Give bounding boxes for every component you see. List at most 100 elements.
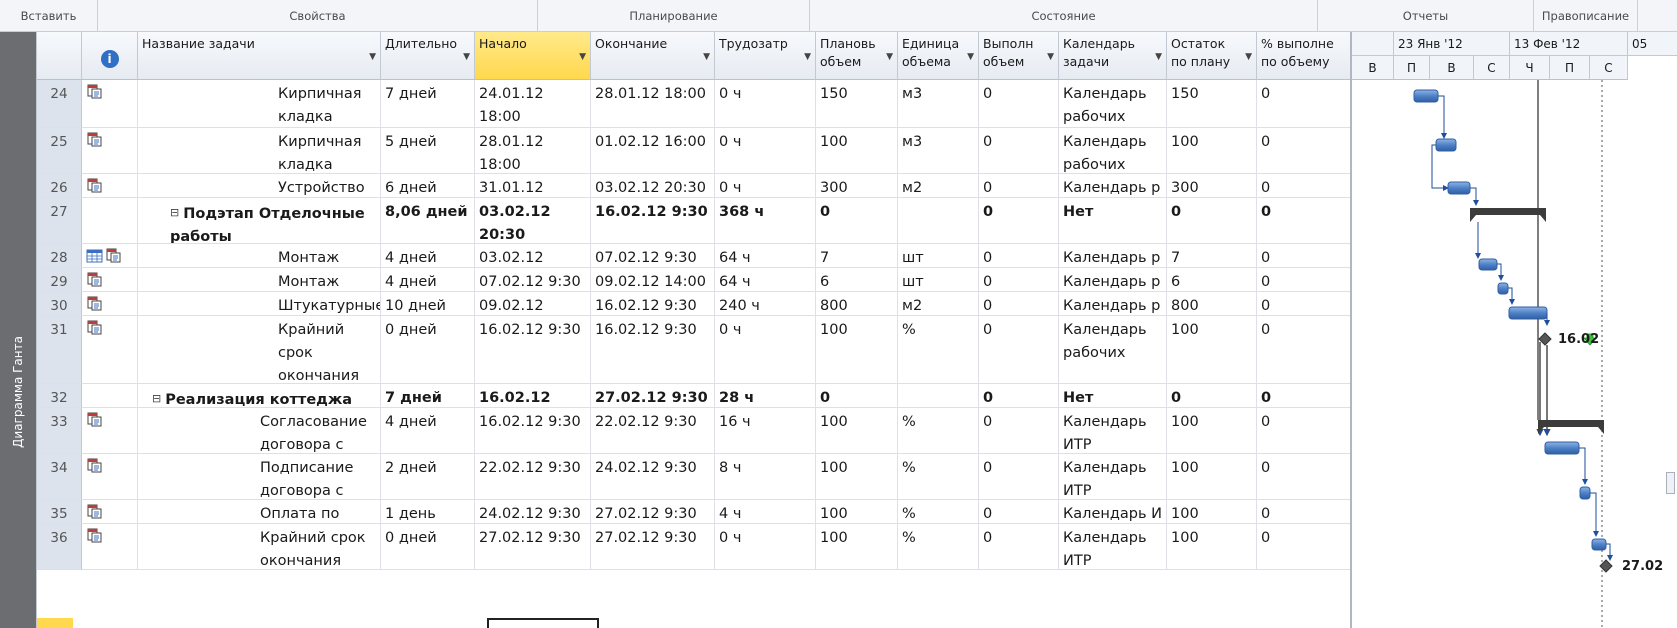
planned-volume-cell[interactable]: 150	[816, 80, 898, 128]
work-cell[interactable]: 0 ч	[715, 524, 816, 570]
calendar-cell[interactable]: Календарь ИТР	[1059, 524, 1167, 570]
gantt-bar[interactable]	[1413, 89, 1439, 103]
row-id-cell[interactable]: 27	[37, 198, 82, 244]
unit-cell[interactable]: %	[898, 316, 979, 384]
table-row[interactable]: 34 Подписание договора с клиентом 2 дней22…	[37, 454, 1350, 500]
row-id-cell[interactable]: 30	[37, 292, 82, 316]
calendar-cell[interactable]: Календарь р	[1059, 244, 1167, 268]
header-remaining[interactable]: Остаток по плану ▼	[1167, 32, 1257, 80]
finish-cell[interactable]: 27.02.12 9:30	[591, 524, 715, 570]
unit-cell[interactable]	[898, 384, 979, 408]
chevron-down-icon[interactable]: ▼	[579, 48, 586, 66]
remaining-cell[interactable]: 150	[1167, 80, 1257, 128]
row-id-cell[interactable]: 24	[37, 80, 82, 128]
done-volume-cell[interactable]: 0	[979, 384, 1059, 408]
done-volume-cell[interactable]: 0	[979, 292, 1059, 316]
calendar-cell[interactable]: Календарь ИТР	[1059, 454, 1167, 500]
row-id-cell[interactable]: 28	[37, 244, 82, 268]
task-name-cell[interactable]: ⊟ Подэтап Отделочные работы	[138, 198, 381, 244]
work-cell[interactable]: 0 ч	[715, 316, 816, 384]
remaining-cell[interactable]: 0	[1167, 198, 1257, 244]
unit-cell[interactable]: шт	[898, 244, 979, 268]
finish-cell[interactable]: 03.02.12 20:30	[591, 174, 715, 198]
unit-cell[interactable]: %	[898, 524, 979, 570]
header-duration[interactable]: Длительно ▼	[381, 32, 475, 80]
done-volume-cell[interactable]: 0	[979, 198, 1059, 244]
done-volume-cell[interactable]: 0	[979, 244, 1059, 268]
gantt-summary-bar[interactable]	[1538, 420, 1604, 427]
row-id-cell[interactable]: 36	[37, 524, 82, 570]
gantt-bar[interactable]	[1544, 441, 1580, 455]
planned-volume-cell[interactable]: 100	[816, 454, 898, 500]
planned-volume-cell[interactable]: 100	[816, 316, 898, 384]
done-volume-cell[interactable]: 0	[979, 500, 1059, 524]
row-id-cell[interactable]: 32	[37, 384, 82, 408]
task-name-cell[interactable]: Монтаж дверей	[138, 268, 381, 292]
task-name-cell[interactable]: Крайний срок окончания реализации	[138, 524, 381, 570]
gantt-bar[interactable]	[1579, 486, 1591, 500]
gantt-bar[interactable]	[1478, 258, 1498, 271]
finish-cell[interactable]: 24.02.12 9:30	[591, 454, 715, 500]
task-name-cell[interactable]: Штукатурные работы	[138, 292, 381, 316]
table-row[interactable]: 33 Согласование договора с клиентом 4 дней…	[37, 408, 1350, 454]
percent-done-cell[interactable]: 0	[1257, 80, 1350, 128]
remaining-cell[interactable]: 6	[1167, 268, 1257, 292]
percent-done-cell[interactable]: 0	[1257, 524, 1350, 570]
active-cell-editor[interactable]	[487, 618, 599, 628]
planned-volume-cell[interactable]: 100	[816, 128, 898, 174]
done-volume-cell[interactable]: 0	[979, 408, 1059, 454]
remaining-cell[interactable]: 100	[1167, 454, 1257, 500]
start-cell[interactable]: 31.01.12 14:00	[475, 174, 591, 198]
work-cell[interactable]: 16 ч	[715, 408, 816, 454]
duration-cell[interactable]: 2 дней	[381, 454, 475, 500]
planned-volume-cell[interactable]: 0	[816, 384, 898, 408]
work-cell[interactable]: 28 ч	[715, 384, 816, 408]
calendar-cell[interactable]: Календарь рабочих	[1059, 316, 1167, 384]
finish-cell[interactable]: 16.02.12 9:30	[591, 292, 715, 316]
table-row[interactable]: 36 Крайний срок окончания реализации 0 дне…	[37, 524, 1350, 570]
chevron-down-icon[interactable]: ▼	[1245, 48, 1252, 66]
row-id-cell[interactable]: 29	[37, 268, 82, 292]
header-planned-volume[interactable]: Плановь объем ▼	[816, 32, 898, 80]
start-cell[interactable]: 16.02.12 9:30	[475, 384, 591, 408]
start-cell[interactable]: 27.02.12 9:30	[475, 524, 591, 570]
collapse-toggle-icon[interactable]: ⊟	[152, 387, 161, 407]
planned-volume-cell[interactable]: 100	[816, 524, 898, 570]
calendar-cell[interactable]: Календарь р	[1059, 292, 1167, 316]
percent-done-cell[interactable]: 0	[1257, 244, 1350, 268]
percent-done-cell[interactable]: 0	[1257, 454, 1350, 500]
duration-cell[interactable]: 10 дней	[381, 292, 475, 316]
start-cell[interactable]: 07.02.12 9:30	[475, 268, 591, 292]
work-cell[interactable]: 0 ч	[715, 174, 816, 198]
duration-cell[interactable]: 1 день	[381, 500, 475, 524]
finish-cell[interactable]: 27.02.12 9:30	[591, 500, 715, 524]
header-task-name[interactable]: Название задачи ▼	[138, 32, 381, 80]
task-name-cell[interactable]: Крайний срок окончания строительства	[138, 316, 381, 384]
row-id-cell[interactable]: 25	[37, 128, 82, 174]
task-name-cell[interactable]: Согласование договора с клиентом	[138, 408, 381, 454]
table-row[interactable]: 25 Кирпичная кладка внутренних стен 5 дней…	[37, 128, 1350, 174]
chevron-down-icon[interactable]: ▼	[804, 48, 811, 66]
duration-cell[interactable]: 0 дней	[381, 524, 475, 570]
header-work[interactable]: Трудозатр ▼	[715, 32, 816, 80]
calendar-cell[interactable]: Календарь ИТР	[1059, 408, 1167, 454]
table-row[interactable]: 24 Кирпичная кладка наружных стен 7 дней24…	[37, 80, 1350, 128]
remaining-cell[interactable]: 100	[1167, 500, 1257, 524]
duration-cell[interactable]: 4 дней	[381, 244, 475, 268]
unit-cell[interactable]: м3	[898, 80, 979, 128]
planned-volume-cell[interactable]: 300	[816, 174, 898, 198]
finish-cell[interactable]: 16.02.12 9:30	[591, 316, 715, 384]
percent-done-cell[interactable]: 0	[1257, 500, 1350, 524]
table-row[interactable]: 35 Оплата по договору 1 день24.02.12 9:302…	[37, 500, 1350, 524]
work-cell[interactable]: 64 ч	[715, 268, 816, 292]
start-cell[interactable]: 22.02.12 9:30	[475, 454, 591, 500]
work-cell[interactable]: 0 ч	[715, 80, 816, 128]
task-name-cell[interactable]: Монтаж окон	[138, 244, 381, 268]
finish-cell[interactable]: 09.02.12 14:00	[591, 268, 715, 292]
work-cell[interactable]: 8 ч	[715, 454, 816, 500]
gantt-bar[interactable]	[1591, 538, 1607, 551]
done-volume-cell[interactable]: 0	[979, 174, 1059, 198]
start-cell[interactable]: 16.02.12 9:30	[475, 316, 591, 384]
header-indicators[interactable]: i	[82, 32, 138, 80]
chevron-down-icon[interactable]: ▼	[886, 48, 893, 66]
